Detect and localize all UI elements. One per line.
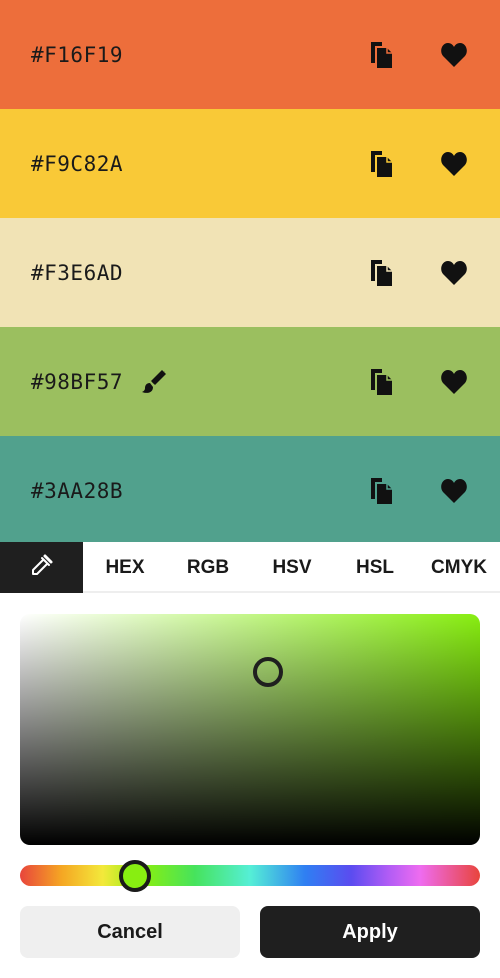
apply-button[interactable]: Apply [260,906,480,958]
copy-icon[interactable] [368,40,394,70]
copy-icon[interactable] [368,476,394,506]
color-swatch-5[interactable]: #3AA28B [0,436,500,545]
color-format-tabs: HEX RGB HSV HSL CMYK [0,542,500,593]
heart-icon[interactable] [440,478,468,504]
tab-hsl[interactable]: HSL [348,542,402,593]
palette-list: #F16F19 #F9C82A #F3E6AD #98BF57 #3AA28B [0,0,500,545]
heart-icon[interactable] [440,151,468,177]
cancel-button[interactable]: Cancel [20,906,240,958]
copy-icon[interactable] [368,258,394,288]
copy-icon[interactable] [368,367,394,397]
color-swatch-2[interactable]: #F9C82A [0,109,500,218]
swatch-hex-label: #F3E6AD [31,260,124,285]
tab-hsv[interactable]: HSV [263,542,321,593]
color-swatch-3[interactable]: #F3E6AD [0,218,500,327]
eyedropper-tab[interactable] [0,542,83,593]
tab-rgb[interactable]: RGB [181,542,235,593]
saturation-value-handle[interactable] [253,657,283,687]
swatch-hex-label: #3AA28B [31,478,124,503]
tab-cmyk[interactable]: CMYK [424,542,494,593]
saturation-value-picker[interactable] [20,614,480,845]
color-swatch-4[interactable]: #98BF57 [0,327,500,436]
swatch-hex-label: #98BF57 [31,369,124,394]
swatch-hex-label: #F9C82A [31,151,124,176]
tab-hex[interactable]: HEX [98,542,152,593]
eyedropper-icon [30,553,54,582]
color-swatch-1[interactable]: #F16F19 [0,0,500,109]
hue-slider-handle[interactable] [119,860,151,892]
copy-icon[interactable] [368,149,394,179]
heart-icon[interactable] [440,42,468,68]
heart-icon[interactable] [440,260,468,286]
swatch-hex-label: #F16F19 [31,42,124,67]
brush-icon[interactable] [141,369,167,395]
hue-slider[interactable] [20,865,480,886]
heart-icon[interactable] [440,369,468,395]
